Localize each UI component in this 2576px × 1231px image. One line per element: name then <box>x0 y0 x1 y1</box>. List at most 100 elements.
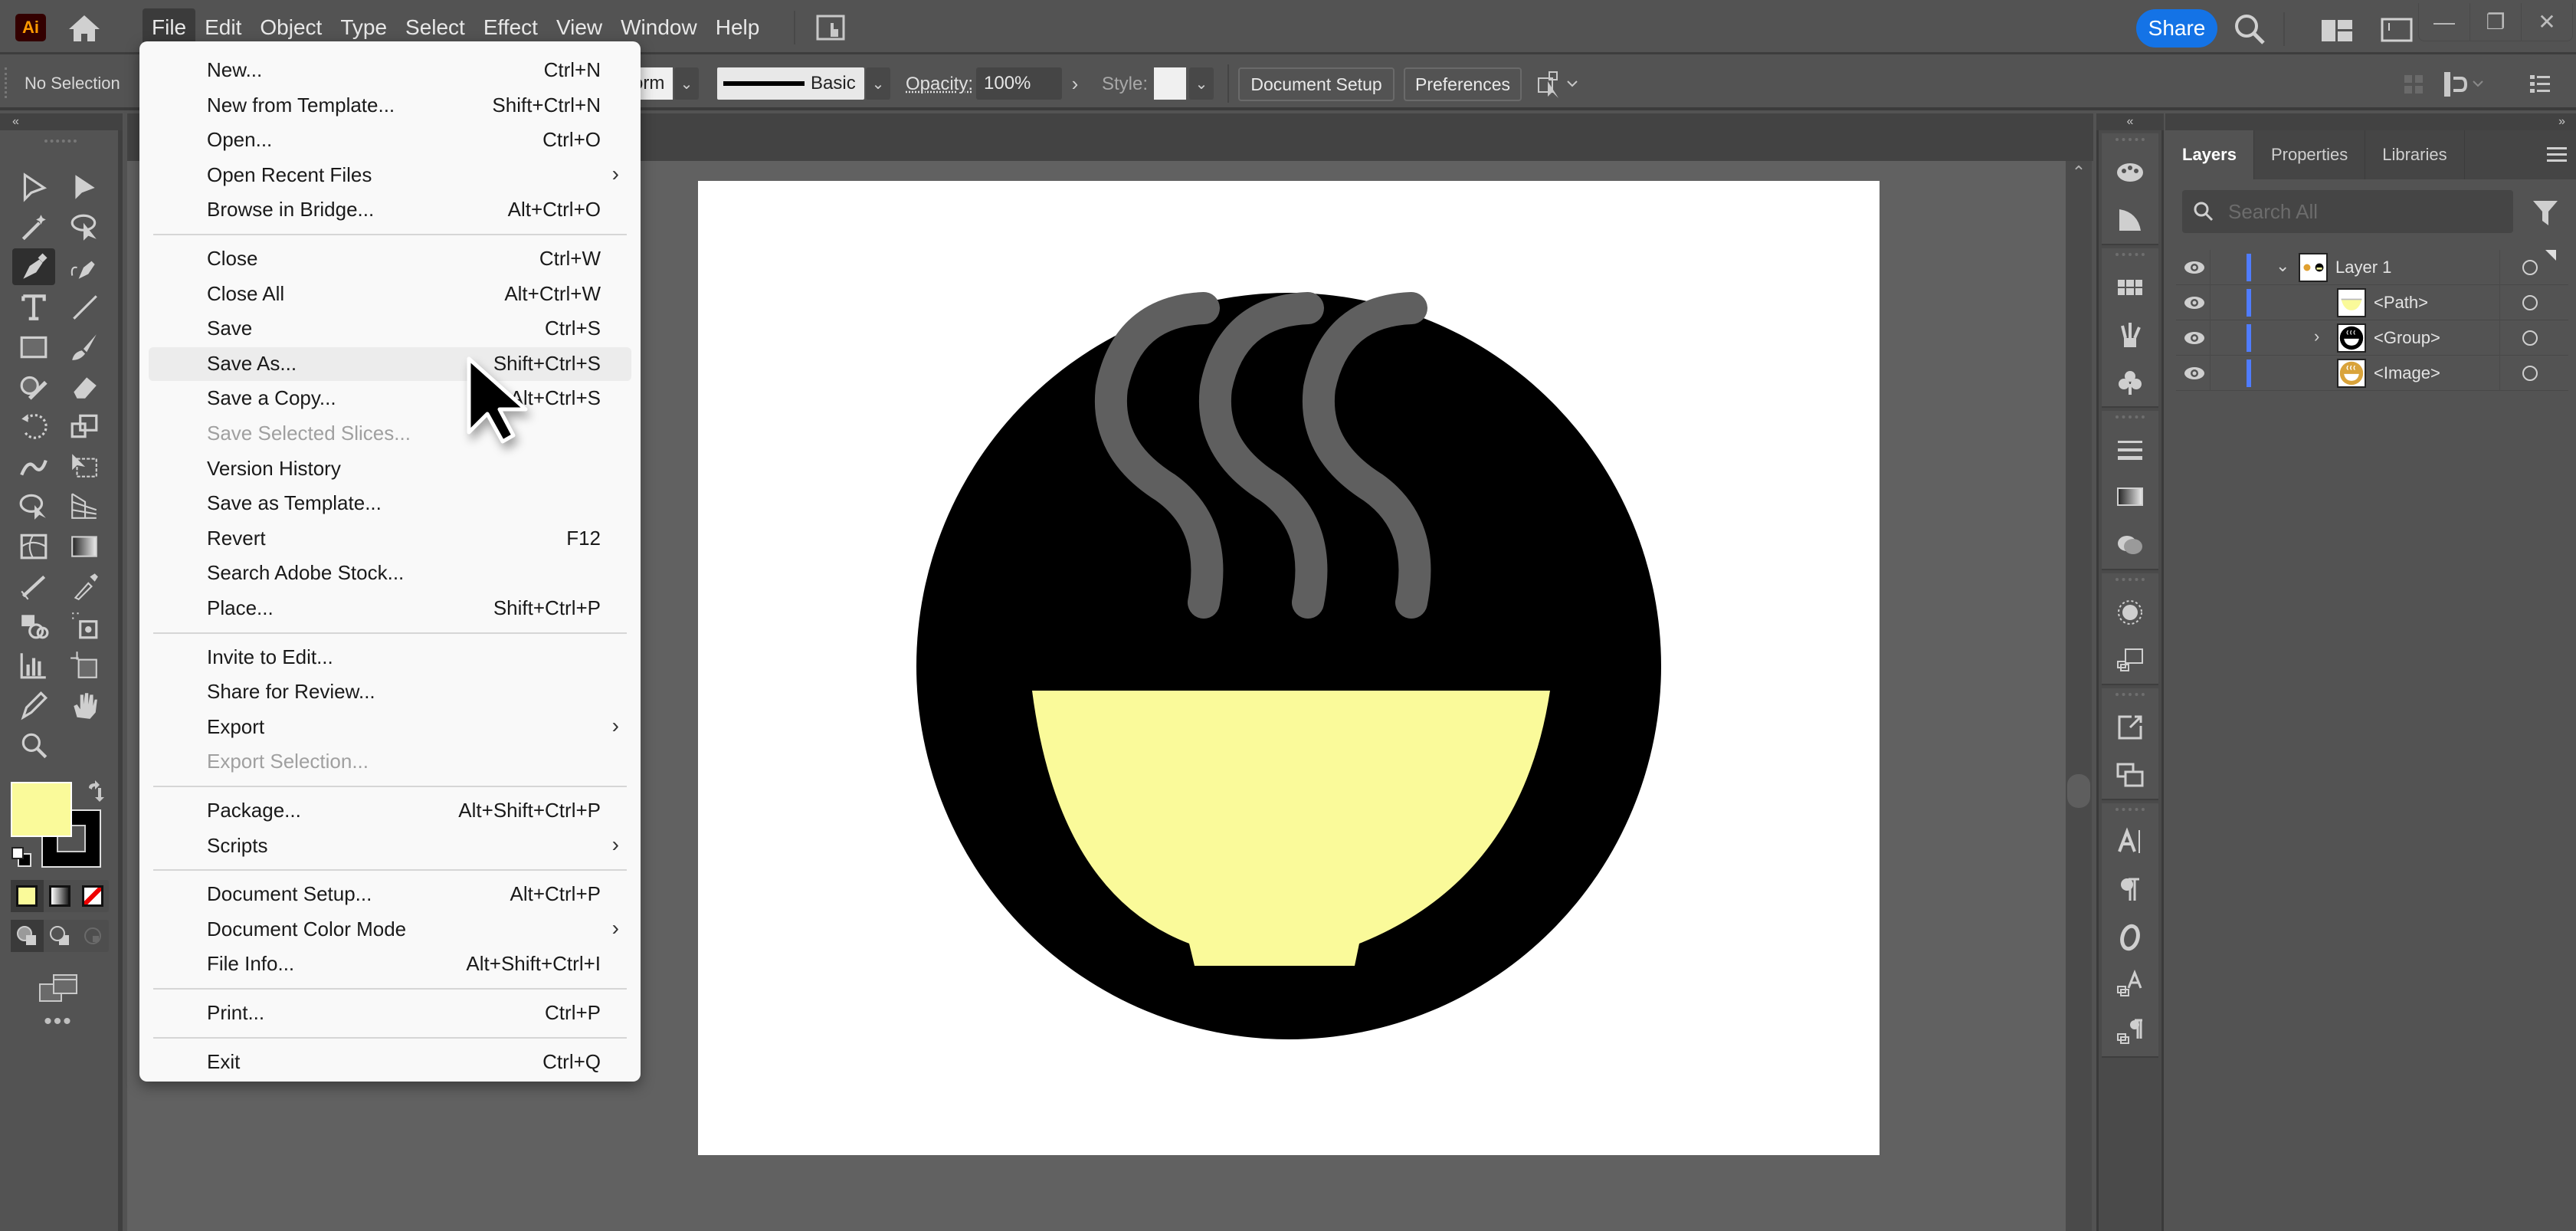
menu-item-share-for-review[interactable]: Share for Review... <box>149 675 631 709</box>
direct-selection-tool[interactable] <box>63 169 106 205</box>
menu-item-save-as-template[interactable]: Save as Template... <box>149 487 631 520</box>
eyedropper-tool[interactable] <box>63 567 106 604</box>
artboard-tool[interactable] <box>63 647 106 684</box>
free-transform-tool[interactable] <box>63 448 106 484</box>
scale-tool[interactable] <box>63 408 106 445</box>
menu-item-print[interactable]: Print... Ctrl+P <box>149 996 631 1030</box>
symbol-sprayer-tool[interactable] <box>12 607 55 644</box>
gradient-tool[interactable] <box>63 527 106 564</box>
color-button[interactable] <box>11 880 44 912</box>
menu-item-save[interactable]: Save Ctrl+S <box>149 312 631 346</box>
export-panel-button[interactable] <box>2102 704 2158 751</box>
target-circle-icon[interactable] <box>2522 330 2538 346</box>
snap-to-glyph-icon[interactable] <box>2441 69 2487 100</box>
opacity-expand-arrow[interactable]: › <box>1065 67 1085 100</box>
minimize-button[interactable]: — <box>2419 3 2470 41</box>
puppet-warp-tool[interactable] <box>12 448 55 484</box>
close-button[interactable]: ✕ <box>2522 3 2572 41</box>
workspace-switcher-icon[interactable] <box>2380 17 2414 43</box>
mesh-tool[interactable] <box>12 527 55 564</box>
curvature-tool[interactable] <box>63 248 106 285</box>
swatches-panel-button[interactable] <box>2102 264 2158 311</box>
menu-item-invite-to-edit[interactable]: Invite to Edit... <box>149 641 631 675</box>
home-icon[interactable] <box>64 12 104 43</box>
selection-tool[interactable] <box>12 169 55 205</box>
pen-tool[interactable] <box>12 248 55 285</box>
brush-definition[interactable]: Basic <box>717 67 864 100</box>
menu-item-new-from-template[interactable]: New from Template... Shift+Ctrl+N <box>149 89 631 123</box>
style-dropdown-arrow[interactable]: ⌄ <box>1189 67 1214 100</box>
search-icon[interactable] <box>2231 11 2270 46</box>
menu-item-version-history[interactable]: Version History <box>149 452 631 486</box>
visibility-eye-icon[interactable] <box>2184 364 2205 382</box>
sublayer-row[interactable]: › <Group> <box>2176 320 2568 356</box>
graphic-style-swatch[interactable] <box>1154 67 1186 100</box>
paragraph-styles-panel-button[interactable] <box>2102 1009 2158 1056</box>
opacity-input[interactable]: 100% <box>976 67 1062 100</box>
tab-libraries[interactable]: Libraries <box>2365 130 2465 179</box>
restore-button[interactable]: ❐ <box>2470 3 2522 41</box>
target-circle-icon[interactable] <box>2522 260 2538 275</box>
dock-group-grip[interactable] <box>2116 138 2145 149</box>
menu-item-close[interactable]: Close Ctrl+W <box>149 242 631 276</box>
vertical-scroll-thumb[interactable] <box>2067 774 2090 808</box>
draw-inside-button[interactable] <box>76 920 109 952</box>
slice-tool[interactable] <box>63 607 106 644</box>
scroll-up-arrow[interactable]: ⌃ <box>2069 162 2089 185</box>
layer-name[interactable]: <Image> <box>2374 363 2440 383</box>
menu-item-place[interactable]: Place... Shift+Ctrl+P <box>149 592 631 625</box>
menu-item-scripts[interactable]: Scripts › <box>149 829 631 863</box>
preferences-button[interactable]: Preferences <box>1404 67 1522 101</box>
dock-group-grip[interactable] <box>2116 693 2145 704</box>
draw-normal-button[interactable] <box>11 920 44 952</box>
select-similar-icon[interactable] <box>1535 69 1581 100</box>
color-panel-button[interactable] <box>2102 149 2158 196</box>
magic-wand-tool[interactable] <box>12 208 55 245</box>
paintbrush-tool[interactable] <box>63 328 106 365</box>
swap-fill-stroke-icon[interactable] <box>84 780 107 803</box>
blend-tool[interactable] <box>12 567 55 604</box>
chevron-down-icon[interactable]: ⌄ <box>2276 256 2289 276</box>
vertical-scrollbar[interactable] <box>2066 161 2092 1231</box>
dock-group-grip[interactable] <box>2116 808 2145 819</box>
opentype-panel-button[interactable] <box>2102 914 2158 961</box>
visibility-eye-icon[interactable] <box>2184 294 2205 312</box>
panel-expand[interactable]: » <box>2165 113 2576 130</box>
menu-item-open[interactable]: Open... Ctrl+O <box>149 123 631 157</box>
layer-name[interactable]: Layer 1 <box>2335 258 2391 277</box>
menu-item-search-adobe-stock[interactable]: Search Adobe Stock... <box>149 556 631 590</box>
layer-name[interactable]: <Path> <box>2374 293 2428 313</box>
fill-color-front[interactable] <box>11 782 72 837</box>
panel-menu-icon[interactable] <box>2545 144 2568 166</box>
edit-toolbar-button[interactable]: ••• <box>43 1010 74 1033</box>
layer-row-top[interactable]: ⌄ Layer 1 <box>2176 250 2568 285</box>
dock-group-grip[interactable] <box>2116 578 2145 589</box>
lock-column[interactable] <box>2210 250 2211 285</box>
lasso-tool[interactable] <box>63 208 106 245</box>
draw-behind-button[interactable] <box>44 920 77 952</box>
menu-item-package[interactable]: Package... Alt+Shift+Ctrl+P <box>149 794 631 828</box>
lock-column[interactable] <box>2210 285 2211 320</box>
hand-tool[interactable] <box>63 687 106 724</box>
symbols-panel-button[interactable] <box>2102 359 2158 406</box>
rectangle-tool[interactable] <box>12 328 55 365</box>
appearance-panel-button[interactable] <box>2102 589 2158 636</box>
pencil-tool[interactable] <box>12 687 55 724</box>
artboard[interactable] <box>698 181 1880 1155</box>
line-segment-tool[interactable] <box>63 288 106 325</box>
layer-search-box[interactable] <box>2182 190 2513 233</box>
document-setup-button[interactable]: Document Setup <box>1238 67 1395 101</box>
menu-item-export[interactable]: Export › <box>149 711 631 744</box>
stroke-panel-button[interactable] <box>2102 426 2158 474</box>
control-bar-grip[interactable] <box>5 67 8 98</box>
zoom-tool[interactable] <box>12 727 55 763</box>
visibility-eye-icon[interactable] <box>2184 329 2205 347</box>
default-fill-stroke-icon[interactable] <box>11 846 32 868</box>
menu-item-exit[interactable]: Exit Ctrl+Q <box>149 1046 631 1079</box>
share-button[interactable]: Share <box>2136 9 2217 48</box>
type-tool[interactable] <box>12 288 55 325</box>
brushes-panel-button[interactable] <box>2102 311 2158 359</box>
profile-dropdown-arrow[interactable]: ⌄ <box>674 67 699 100</box>
menu-item-revert[interactable]: Revert F12 <box>149 522 631 556</box>
menu-item-document-setup[interactable]: Document Setup... Alt+Ctrl+P <box>149 878 631 911</box>
